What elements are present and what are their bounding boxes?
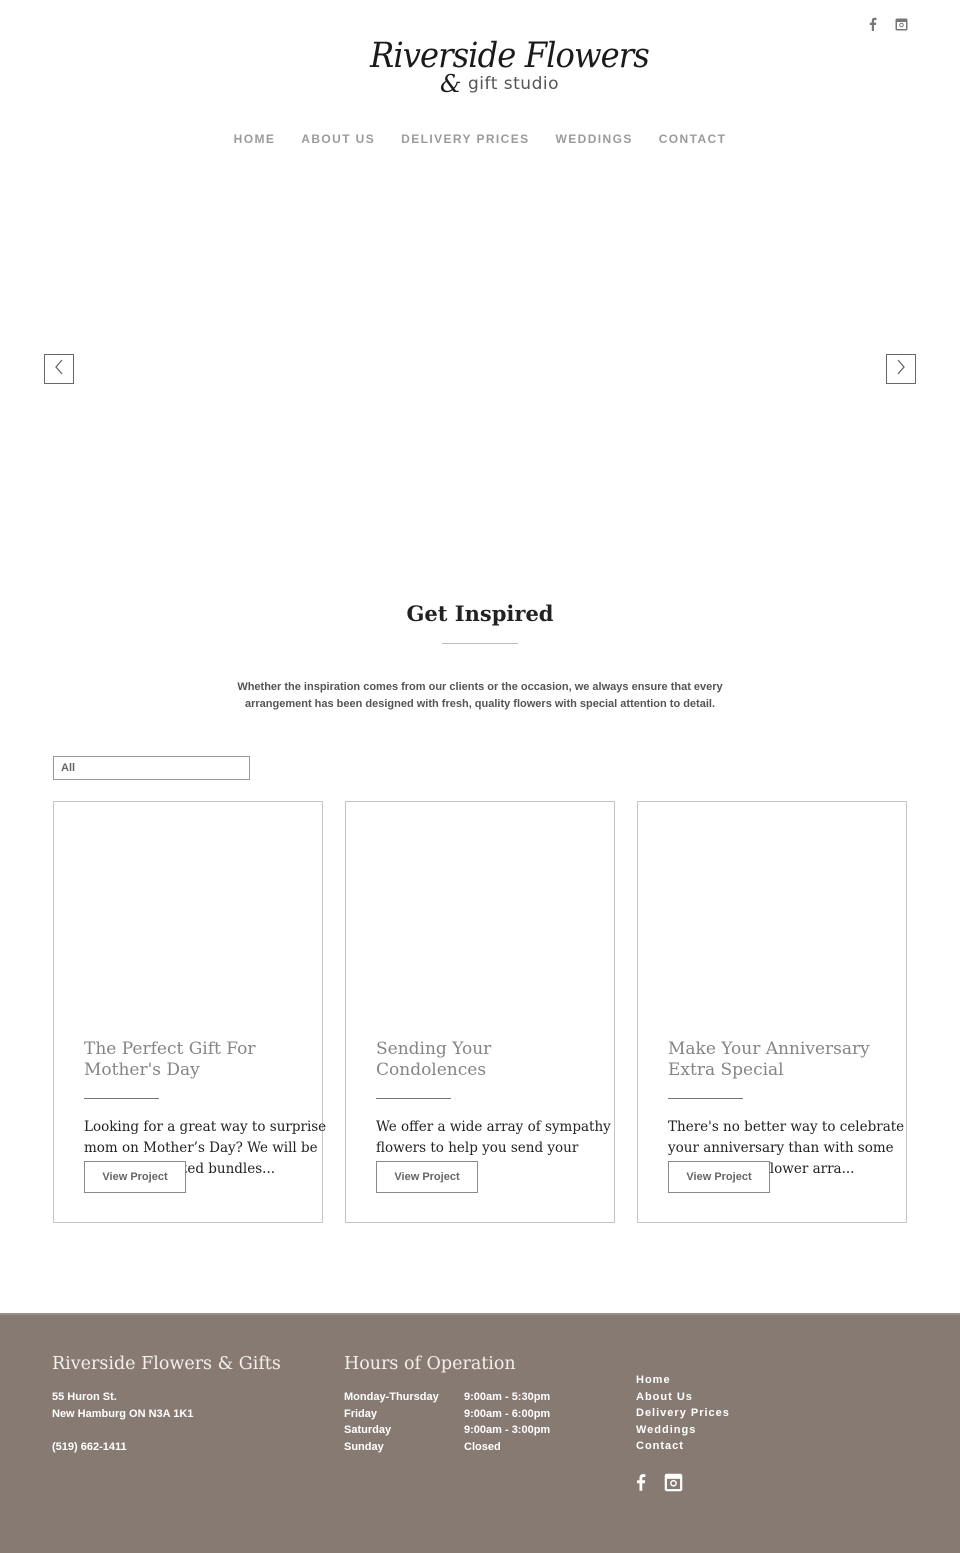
card-excerpt: We offer a wide array of sympathy flower… [376, 1119, 611, 1156]
hours-time: 9:00am - 5:30pm [464, 1391, 551, 1403]
footer-link-home[interactable]: Home [636, 1372, 730, 1389]
footer-street: 55 Huron St. [52, 1391, 117, 1403]
view-project-button[interactable]: View Project [84, 1161, 186, 1193]
view-project-button[interactable]: View Project [668, 1161, 770, 1193]
chevron-right-icon [896, 359, 906, 380]
footer-hours-table: Monday-Thursday 9:00am - 5:30pm Friday 9… [344, 1389, 550, 1455]
footer-link-about-us[interactable]: About Us [636, 1389, 730, 1406]
nav-about-us[interactable]: ABOUT US [301, 132, 375, 146]
instagram-icon[interactable] [664, 1473, 683, 1497]
instagram-icon[interactable] [894, 16, 908, 32]
hours-day: Monday-Thursday [344, 1391, 439, 1403]
hours-time: 9:00am - 6:00pm [464, 1407, 551, 1420]
section-title: Get Inspired [406, 601, 554, 626]
footer-link-delivery-prices[interactable]: Delivery Prices [636, 1405, 730, 1422]
chevron-left-icon [54, 359, 64, 380]
facebook-icon[interactable] [866, 16, 880, 32]
footer-nav: Home About Us Delivery Prices Weddings C… [636, 1372, 730, 1455]
nav-home[interactable]: HOME [234, 132, 276, 146]
nav-delivery-prices[interactable]: DELIVERY PRICES [401, 132, 529, 146]
hours-row: Friday 9:00am - 6:00pm [344, 1406, 550, 1423]
hours-row: Sunday Closed [344, 1439, 550, 1456]
card-title[interactable]: The Perfect Gift For Mother's Day [84, 1039, 304, 1081]
logo-main-text: Riverside Flowers [370, 36, 650, 76]
card-title[interactable]: Sending Your Condolences [376, 1039, 596, 1081]
footer-city: New Hamburg ON N3A 1K1 [52, 1407, 194, 1420]
hours-day: Saturday [344, 1424, 392, 1436]
card-title[interactable]: Make Your Anniversary Extra Special [668, 1039, 888, 1081]
slider-next-button[interactable] [886, 354, 916, 384]
portfolio-card[interactable]: Make Your Anniversary Extra Special Ther… [637, 801, 907, 1223]
portfolio-filter-select[interactable]: All [53, 756, 250, 780]
portfolio-card[interactable]: The Perfect Gift For Mother's Day Lookin… [53, 801, 326, 1223]
nav-contact[interactable]: CONTACT [659, 132, 727, 146]
header-social [866, 16, 908, 32]
facebook-icon[interactable] [636, 1472, 646, 1497]
logo-ampersand: & [440, 70, 462, 98]
footer-company-title: Riverside Flowers & Gifts [52, 1354, 281, 1374]
card-divider [376, 1098, 451, 1099]
footer-link-weddings[interactable]: Weddings [636, 1422, 730, 1439]
nav-weddings[interactable]: WEDDINGS [556, 132, 633, 146]
footer-social [636, 1472, 683, 1497]
hours-day: Sunday [344, 1440, 384, 1453]
hours-time: Closed [464, 1440, 501, 1453]
footer-hours-title: Hours of Operation [344, 1354, 516, 1374]
view-project-button[interactable]: View Project [376, 1161, 478, 1193]
section-divider [442, 643, 518, 644]
logo-subtitle: gift studio [468, 74, 559, 94]
footer-phone[interactable]: (519) 662-1411 [52, 1439, 193, 1456]
hours-time: 9:00am - 3:00pm [464, 1424, 551, 1436]
portfolio-card[interactable]: Sending Your Condolences We offer a wide… [345, 801, 615, 1223]
site-logo[interactable]: Riverside Flowers & gift studio [370, 36, 650, 102]
hero-slider [0, 170, 960, 570]
section-description: Whether the inspiration comes from our c… [237, 681, 723, 710]
site-footer: Riverside Flowers & Gifts 55 Huron St. N… [0, 1313, 960, 1553]
card-divider [668, 1098, 743, 1099]
hours-row: Monday-Thursday 9:00am - 5:30pm [344, 1389, 550, 1406]
hours-row: Saturday 9:00am - 3:00pm [344, 1422, 550, 1439]
footer-link-contact[interactable]: Contact [636, 1438, 730, 1455]
hours-day: Friday [344, 1407, 378, 1420]
slider-prev-button[interactable] [44, 354, 74, 384]
footer-address: 55 Huron St. New Hamburg ON N3A 1K1 (519… [52, 1389, 193, 1455]
main-nav: HOME ABOUT US DELIVERY PRICES WEDDINGS C… [0, 132, 960, 146]
card-divider [84, 1098, 159, 1099]
